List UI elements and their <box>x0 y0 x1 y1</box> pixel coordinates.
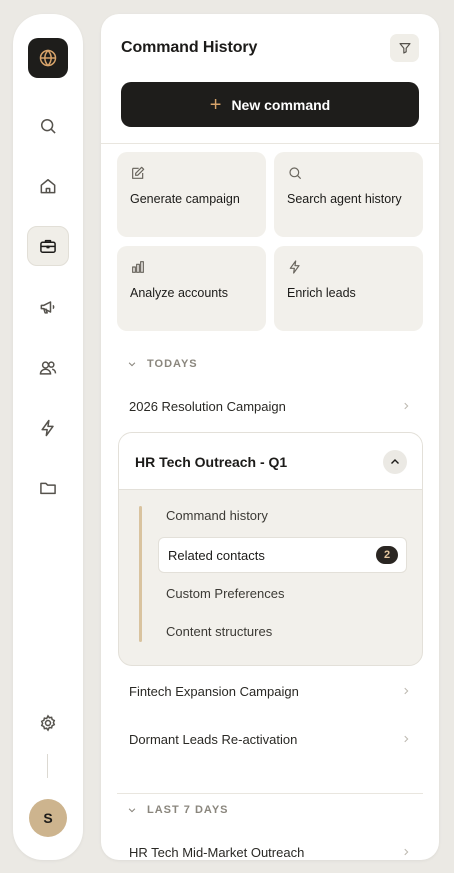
history-item-label: Fintech Expansion Campaign <box>129 683 299 699</box>
section-header-label: TODAYS <box>147 358 198 370</box>
rail-files-button[interactable] <box>27 468 69 508</box>
quick-action-search-agent-history[interactable]: Search agent history <box>274 152 423 237</box>
filter-button[interactable] <box>390 34 419 62</box>
command-history-panel: Command History + New command Generate c… <box>101 14 439 860</box>
history-item-label: HR Tech Mid-Market Outreach <box>129 844 305 860</box>
tree-line <box>139 506 142 642</box>
rail-home-button[interactable] <box>27 166 69 206</box>
chevron-up-icon <box>391 459 399 464</box>
sub-item-command-history[interactable]: Command history <box>166 508 268 523</box>
rail-search-button[interactable] <box>27 106 69 146</box>
sub-item-related-contacts[interactable]: Related contacts 2 <box>158 537 407 573</box>
quick-action-label: Enrich leads <box>287 286 356 300</box>
quick-action-label: Generate campaign <box>130 192 240 206</box>
collapse-button[interactable] <box>383 450 407 474</box>
history-item[interactable]: 2026 Resolution Campaign <box>129 394 411 418</box>
page-title: Command History <box>121 39 258 56</box>
history-item[interactable]: HR Tech Mid-Market Outreach <box>129 840 411 860</box>
rail-settings-button[interactable] <box>27 703 69 743</box>
sub-item-custom-preferences[interactable]: Custom Preferences <box>166 586 285 601</box>
settings-icon <box>40 714 56 732</box>
plus-icon: + <box>209 93 222 116</box>
expanded-item-title: HR Tech Outreach - Q1 <box>135 454 288 470</box>
rail-contacts-button[interactable] <box>27 348 69 388</box>
quick-action-analyze-accounts[interactable]: Analyze accounts <box>117 246 266 331</box>
expanded-item-header[interactable]: HR Tech Outreach - Q1 <box>119 433 422 490</box>
divider <box>117 793 423 794</box>
folder-icon <box>40 482 56 495</box>
quick-action-label: Search agent history <box>287 192 402 206</box>
new-command-button[interactable]: + New command <box>121 82 419 127</box>
edit-icon <box>132 166 145 179</box>
filter-icon <box>398 43 411 54</box>
search-icon <box>41 119 56 134</box>
chevron-right-icon <box>404 848 409 856</box>
chevron-down-icon <box>128 808 136 813</box>
rail-campaigns-button[interactable] <box>27 287 69 327</box>
section-header-label: LAST 7 DAYS <box>147 804 229 816</box>
quick-action-generate-campaign[interactable]: Generate campaign <box>117 152 266 237</box>
divider <box>101 143 439 144</box>
lightning-icon <box>41 419 54 437</box>
left-rail: S <box>13 14 83 860</box>
section-header-last-7-days[interactable]: LAST 7 DAYS <box>127 804 229 816</box>
chevron-right-icon <box>404 735 409 743</box>
history-item[interactable]: Dormant Leads Re-activation <box>129 727 411 751</box>
user-avatar[interactable]: S <box>29 799 67 837</box>
chevron-right-icon <box>404 687 409 695</box>
lightning-icon <box>289 260 300 274</box>
rail-automation-button[interactable] <box>27 408 69 448</box>
sub-item-label: Related contacts <box>168 548 265 563</box>
new-command-label: New command <box>231 96 331 113</box>
megaphone-icon <box>40 301 55 314</box>
section-header-today[interactable]: TODAYS <box>127 358 198 370</box>
history-item[interactable]: Fintech Expansion Campaign <box>129 679 411 703</box>
chevron-right-icon <box>404 402 409 410</box>
history-item-label: Dormant Leads Re-activation <box>129 731 298 747</box>
briefcase-icon <box>40 239 56 253</box>
quick-action-enrich-leads[interactable]: Enrich leads <box>274 246 423 331</box>
rail-divider <box>47 754 48 778</box>
app-logo[interactable] <box>28 38 68 78</box>
count-badge: 2 <box>376 546 398 564</box>
home-icon <box>40 179 56 194</box>
bar-chart-icon <box>132 261 144 273</box>
sub-item-content-structures[interactable]: Content structures <box>166 624 272 639</box>
history-item-label: 2026 Resolution Campaign <box>129 398 286 414</box>
users-icon <box>39 361 57 375</box>
search-icon <box>289 167 302 180</box>
quick-action-label: Analyze accounts <box>130 286 228 300</box>
expanded-history-item: HR Tech Outreach - Q1 Command history Re… <box>118 432 423 666</box>
globe-icon <box>39 49 57 67</box>
chevron-down-icon <box>128 362 136 367</box>
rail-briefcase-button[interactable] <box>27 226 69 266</box>
